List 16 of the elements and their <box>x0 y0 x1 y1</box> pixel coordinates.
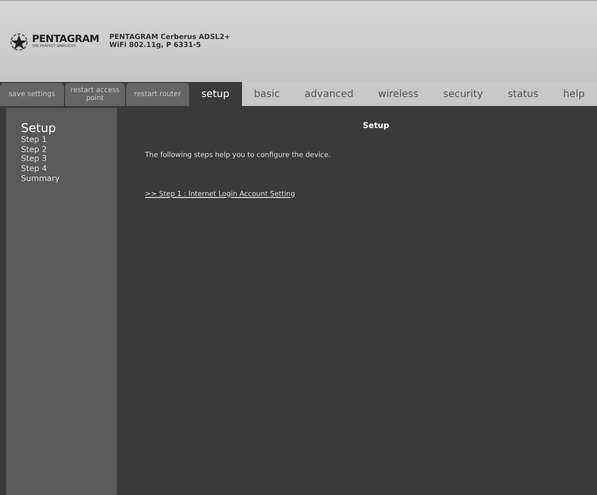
star-logo-icon <box>8 32 30 50</box>
nav-tab[interactable]: setup <box>189 82 242 106</box>
nav-tab[interactable]: basic <box>242 82 292 106</box>
logo-wordmark: PENTAGRAM <box>32 34 100 45</box>
sidebar-title: Setup <box>21 122 57 136</box>
sidebar-item[interactable]: Step 1 <box>21 135 117 145</box>
nav-tab[interactable]: wireless <box>366 82 431 106</box>
sidebar-item[interactable]: Step 4 <box>21 164 117 174</box>
sidebar-item[interactable]: Summary <box>21 174 117 184</box>
nav-tab[interactable]: security <box>430 82 496 106</box>
sidebar-item[interactable]: Step 3 <box>21 154 117 164</box>
nav-tab[interactable]: help <box>550 82 597 106</box>
page-title: Setup <box>362 120 390 132</box>
sidebar-item[interactable]: Step 2 <box>21 144 117 154</box>
nav-tab[interactable]: status <box>495 82 551 106</box>
nav-tab[interactable]: advanced <box>292 82 366 106</box>
